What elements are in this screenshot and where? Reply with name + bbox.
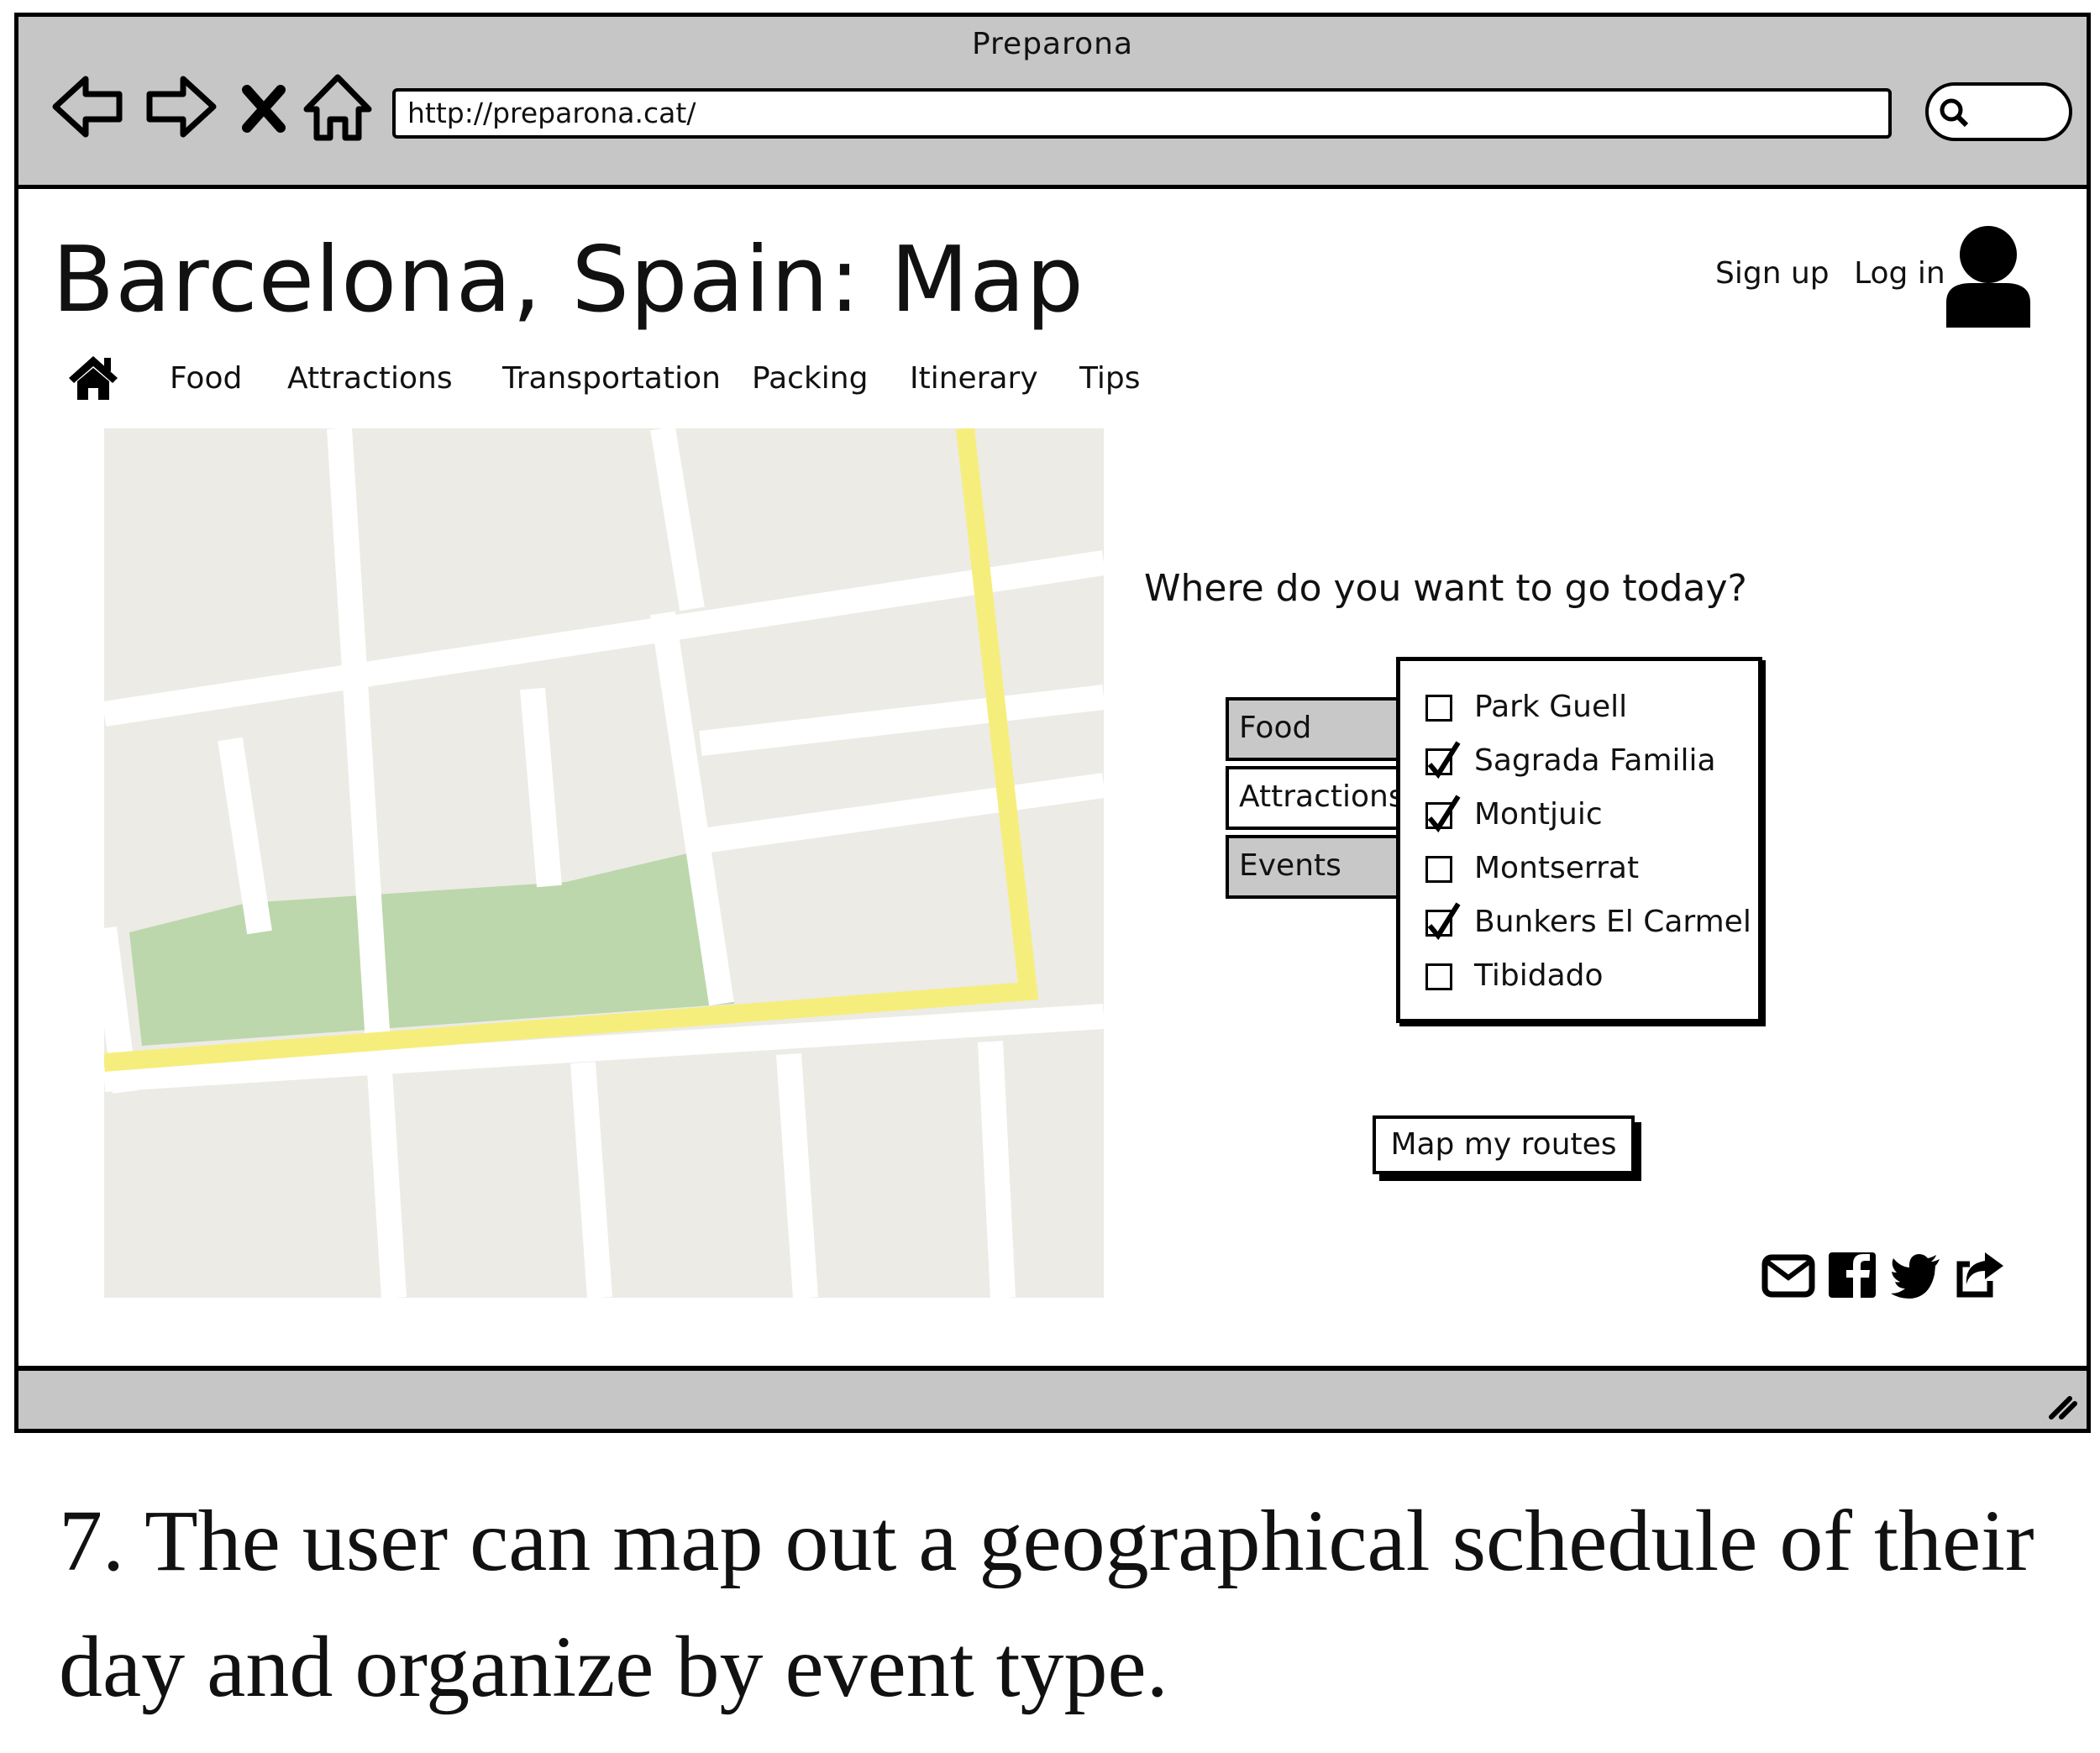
checkbox-label: Bunkers El Carmel bbox=[1474, 905, 1751, 939]
checkbox-label: Montjuic bbox=[1474, 797, 1603, 832]
browser-titlebar: Preparona http://preparona.cat/ bbox=[18, 17, 2087, 189]
facebook-icon[interactable] bbox=[1825, 1247, 1879, 1304]
user-icon[interactable] bbox=[1942, 223, 2034, 331]
home-browser-icon[interactable] bbox=[300, 69, 375, 144]
checkmark-icon bbox=[1427, 902, 1461, 941]
checkmark-icon bbox=[1427, 795, 1461, 833]
map-my-routes-button[interactable]: Map my routes bbox=[1373, 1115, 1635, 1174]
checkbox[interactable] bbox=[1425, 795, 1461, 833]
email-icon[interactable] bbox=[1761, 1247, 1815, 1304]
browser-statusbar bbox=[18, 1366, 2087, 1429]
figure-caption: 7. The user can map out a geographical s… bbox=[59, 1493, 2034, 1715]
share-icon[interactable] bbox=[1953, 1247, 2008, 1306]
search-icon bbox=[1940, 98, 1969, 128]
url-bar[interactable]: http://preparona.cat/ bbox=[392, 88, 1892, 139]
checkbox[interactable] bbox=[1425, 963, 1452, 990]
tab-attractions[interactable]: Attractions bbox=[1226, 766, 1404, 830]
checkbox[interactable] bbox=[1425, 856, 1452, 883]
checkbox-label: Tibidado bbox=[1474, 958, 1604, 993]
checkbox-label: Sagrada Familia bbox=[1474, 743, 1716, 778]
auth-links: Sign up Log in bbox=[1715, 256, 1961, 291]
attractions-checklist: Park Guell Sagrada Familia Montjuic Mont… bbox=[1396, 657, 1762, 1023]
nav-transportation[interactable]: Transportation bbox=[502, 361, 721, 396]
tab-food[interactable]: Food bbox=[1226, 697, 1400, 761]
browser-search-field[interactable] bbox=[1925, 82, 2072, 141]
checkbox-label: Montserrat bbox=[1474, 851, 1640, 885]
checkbox[interactable] bbox=[1425, 902, 1461, 941]
tab-events[interactable]: Events bbox=[1226, 835, 1400, 899]
stop-icon[interactable] bbox=[239, 69, 289, 144]
question-heading: Where do you want to go today? bbox=[1144, 567, 1747, 610]
nav-itinerary[interactable]: Itinerary bbox=[910, 361, 1038, 396]
nav-packing[interactable]: Packing bbox=[752, 361, 868, 396]
home-icon[interactable] bbox=[67, 353, 119, 405]
checkbox[interactable] bbox=[1425, 695, 1452, 722]
log-in-link[interactable]: Log in bbox=[1854, 256, 1945, 291]
checkbox[interactable] bbox=[1425, 741, 1461, 779]
page-title: Barcelona, Spain: Map bbox=[52, 228, 1084, 333]
checkbox-label: Park Guell bbox=[1474, 690, 1628, 724]
nav-attractions[interactable]: Attractions bbox=[287, 361, 453, 396]
resize-grip-icon[interactable] bbox=[2045, 1388, 2078, 1422]
back-icon[interactable] bbox=[50, 69, 126, 144]
twitter-icon[interactable] bbox=[1889, 1247, 1943, 1304]
sign-up-link[interactable]: Sign up bbox=[1715, 256, 1830, 291]
forward-icon[interactable] bbox=[143, 69, 218, 144]
route-map[interactable] bbox=[104, 428, 1104, 1298]
nav-food[interactable]: Food bbox=[170, 361, 242, 396]
nav-tips[interactable]: Tips bbox=[1079, 361, 1141, 396]
browser-window: Preparona http://preparona.cat/ Barcelon… bbox=[14, 13, 2091, 1433]
checkmark-icon bbox=[1427, 741, 1461, 779]
window-title: Preparona bbox=[971, 27, 1134, 61]
